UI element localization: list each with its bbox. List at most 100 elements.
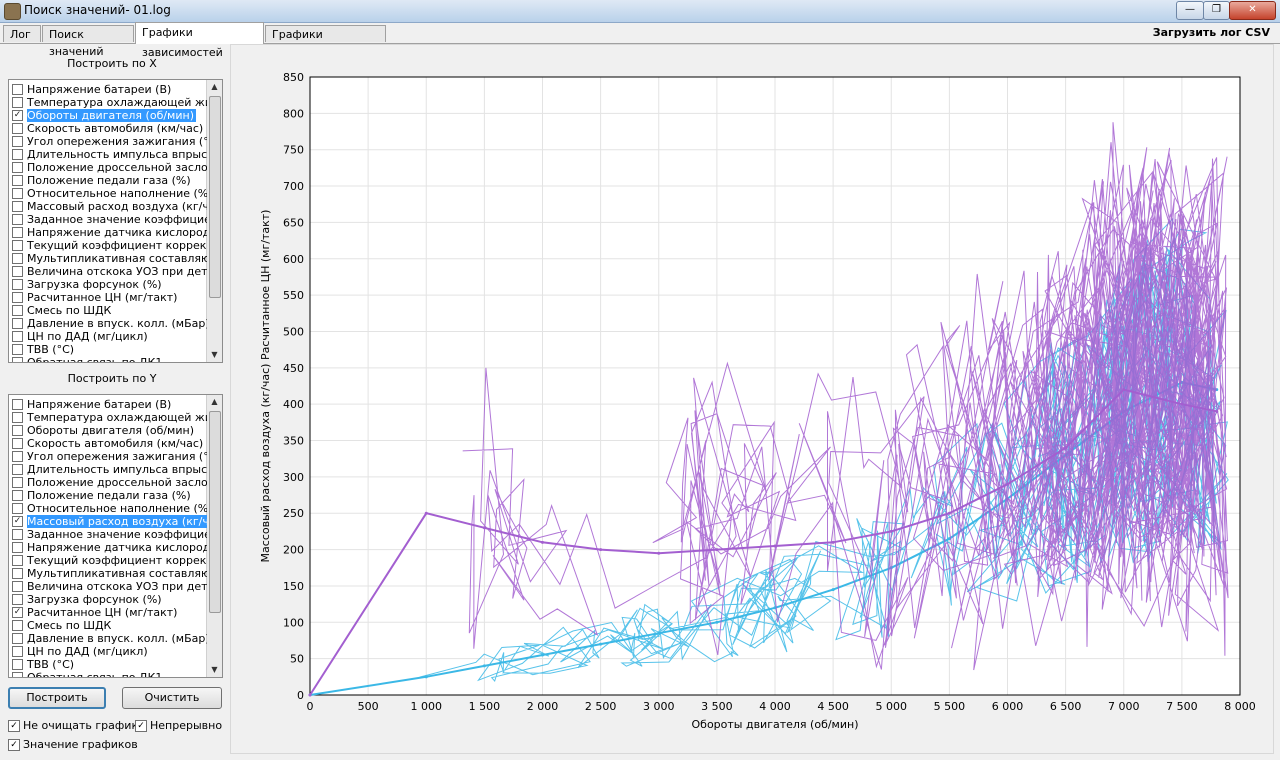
list-item[interactable]: Давление в впуск. колл. (мБар)	[11, 317, 207, 330]
list-item[interactable]: Мультипликативная составляющая	[11, 567, 207, 580]
x-parameter-list[interactable]: ▲ ▼ Напряжение батареи (В) Температура ох…	[8, 79, 223, 363]
list-item[interactable]: Напряжение датчика кислорода 1	[11, 541, 207, 554]
list-item-checkbox[interactable]	[12, 620, 23, 631]
list-item[interactable]: Относительное наполнение (%)	[11, 187, 207, 200]
list-item-checkbox[interactable]	[12, 214, 23, 225]
checkmark-icon[interactable]: ✓	[135, 720, 147, 732]
list-item[interactable]: Напряжение батареи (В)	[11, 398, 207, 411]
list-item-checkbox[interactable]	[12, 477, 23, 488]
list-item[interactable]: ТВВ (°С)	[11, 658, 207, 671]
load-csv-button[interactable]: Загрузить лог CSV	[1153, 26, 1270, 39]
list-item-checkbox[interactable]	[12, 84, 23, 95]
list-item[interactable]: Обратная связь по ДК1	[11, 671, 207, 677]
list-item-checkbox[interactable]: ✓	[12, 607, 23, 618]
list-item-checkbox[interactable]	[12, 149, 23, 160]
list-item[interactable]: Температура охлаждающей жидкости	[11, 96, 207, 109]
list-item[interactable]: ТВВ (°С)	[11, 343, 207, 356]
close-button[interactable]: ✕	[1229, 1, 1276, 20]
list-item[interactable]: Давление в впуск. колл. (мБар)	[11, 632, 207, 645]
list-item[interactable]: Загрузка форсунок (%)	[11, 278, 207, 291]
list-item[interactable]: Положение педали газа (%)	[11, 489, 207, 502]
list-item-checkbox[interactable]	[12, 633, 23, 644]
list-item-checkbox[interactable]	[12, 529, 23, 540]
maximize-button[interactable]: ❐	[1203, 1, 1230, 20]
scroll-down-icon[interactable]: ▼	[207, 663, 222, 677]
list-item-checkbox[interactable]	[12, 581, 23, 592]
list-item[interactable]: Угол опережения зажигания (°ПКВ)	[11, 135, 207, 148]
list-item[interactable]: ЦН по ДАД (мг/цикл)	[11, 645, 207, 658]
list-item-checkbox[interactable]	[12, 646, 23, 657]
list-item-checkbox[interactable]	[12, 253, 23, 264]
chart-panel[interactable]: 0 500 1 000 1 500 2 000 2 500 3 000 3 500 4 000 4…	[230, 44, 1274, 754]
list-item-checkbox[interactable]	[12, 425, 23, 436]
build-button[interactable]: Построить	[8, 687, 106, 709]
list-item-checkbox[interactable]	[12, 659, 23, 670]
list-item[interactable]: Величина отскока УОЗ при детонации	[11, 580, 207, 593]
list-item-checkbox[interactable]	[12, 672, 23, 677]
tab-search-values[interactable]: Поиск значений	[42, 25, 134, 58]
minimize-button[interactable]: —	[1176, 1, 1204, 20]
list-item[interactable]: Смесь по ШДК	[11, 619, 207, 632]
list-item-checkbox[interactable]	[12, 175, 23, 186]
tab-parallel-charts[interactable]: Графики параллельно	[265, 25, 386, 58]
y-list-scroll-thumb[interactable]	[209, 411, 221, 613]
list-item[interactable]: Скорость автомобиля (км/час)	[11, 437, 207, 450]
list-item[interactable]: Положение дроссельной заслонки	[11, 476, 207, 489]
list-item-checkbox[interactable]	[12, 227, 23, 238]
list-item-checkbox[interactable]	[12, 594, 23, 605]
list-item-checkbox[interactable]	[12, 97, 23, 108]
list-item-checkbox[interactable]	[12, 490, 23, 501]
list-item[interactable]: Текущий коэффициент коррекции	[11, 554, 207, 567]
y-list-scrollbar[interactable]: ▲ ▼	[206, 395, 222, 677]
list-item[interactable]: Угол опережения зажигания (°ПКВ)	[11, 450, 207, 463]
list-item-checkbox[interactable]	[12, 451, 23, 462]
list-item[interactable]: Длительность импульса впрыска (мс)	[11, 148, 207, 161]
checkmark-icon[interactable]: ✓	[8, 739, 20, 751]
list-item[interactable]: Длительность импульса впрыска (мс)	[11, 463, 207, 476]
list-item-checkbox[interactable]	[12, 123, 23, 134]
list-item[interactable]: Скорость автомобиля (км/час)	[11, 122, 207, 135]
list-item-checkbox[interactable]	[12, 162, 23, 173]
list-item[interactable]: Обороты двигателя (об/мин)	[11, 424, 207, 437]
list-item-checkbox[interactable]	[12, 357, 23, 362]
list-item-checkbox[interactable]	[12, 292, 23, 303]
list-item[interactable]: Относительное наполнение (%)	[11, 502, 207, 515]
list-item[interactable]: Положение дроссельной заслонки	[11, 161, 207, 174]
list-item-checkbox[interactable]	[12, 438, 23, 449]
list-item-checkbox[interactable]	[12, 344, 23, 355]
list-item[interactable]: Смесь по ШДК	[11, 304, 207, 317]
list-item-checkbox[interactable]: ✓	[12, 516, 23, 527]
list-item-checkbox[interactable]	[12, 503, 23, 514]
list-item-checkbox[interactable]	[12, 266, 23, 277]
list-item[interactable]: Величина отскока УОЗ при детонации	[11, 265, 207, 278]
y-parameter-list[interactable]: ▲ ▼ Напряжение батареи (В) Температура ох…	[8, 394, 223, 678]
scroll-up-icon[interactable]: ▲	[207, 80, 222, 94]
checkmark-icon[interactable]: ✓	[8, 720, 20, 732]
tab-log[interactable]: Лог	[3, 25, 41, 42]
list-item[interactable]: Заданное значение коэффициента	[11, 213, 207, 226]
scroll-up-icon[interactable]: ▲	[207, 395, 222, 409]
list-item-checkbox[interactable]	[12, 542, 23, 553]
clear-button[interactable]: Очистить	[122, 687, 222, 709]
x-list-scrollbar[interactable]: ▲ ▼	[206, 80, 222, 362]
x-list-scroll-thumb[interactable]	[209, 96, 221, 298]
list-item[interactable]: Напряжение датчика кислорода 1	[11, 226, 207, 239]
list-item-checkbox[interactable]	[12, 555, 23, 566]
list-item-checkbox[interactable]	[12, 464, 23, 475]
list-item-checkbox[interactable]	[12, 240, 23, 251]
list-item[interactable]: ✓ Расчитанное ЦН (мг/такт)	[11, 606, 207, 619]
list-item-checkbox[interactable]	[12, 201, 23, 212]
list-item-checkbox[interactable]	[12, 188, 23, 199]
dependency-chart[interactable]: 0 500 1 000 1 500 2 000 2 500 3 000 3 500 4 000 4…	[231, 45, 1273, 753]
list-item[interactable]: ✓ Массовый расход воздуха (кг/час)	[11, 515, 207, 528]
list-item[interactable]: Расчитанное ЦН (мг/такт)	[11, 291, 207, 304]
list-item-checkbox[interactable]: ✓	[12, 110, 23, 121]
list-item-checkbox[interactable]	[12, 305, 23, 316]
list-item[interactable]: Текущий коэффициент коррекции	[11, 239, 207, 252]
list-item-checkbox[interactable]	[12, 568, 23, 579]
list-item[interactable]: ✓ Обороты двигателя (об/мин)	[11, 109, 207, 122]
list-item[interactable]: Напряжение батареи (В)	[11, 83, 207, 96]
list-item[interactable]: Массовый расход воздуха (кг/час)	[11, 200, 207, 213]
list-item[interactable]: Температура охлаждающей жидкости	[11, 411, 207, 424]
list-item[interactable]: Обратная связь по ДК1	[11, 356, 207, 362]
